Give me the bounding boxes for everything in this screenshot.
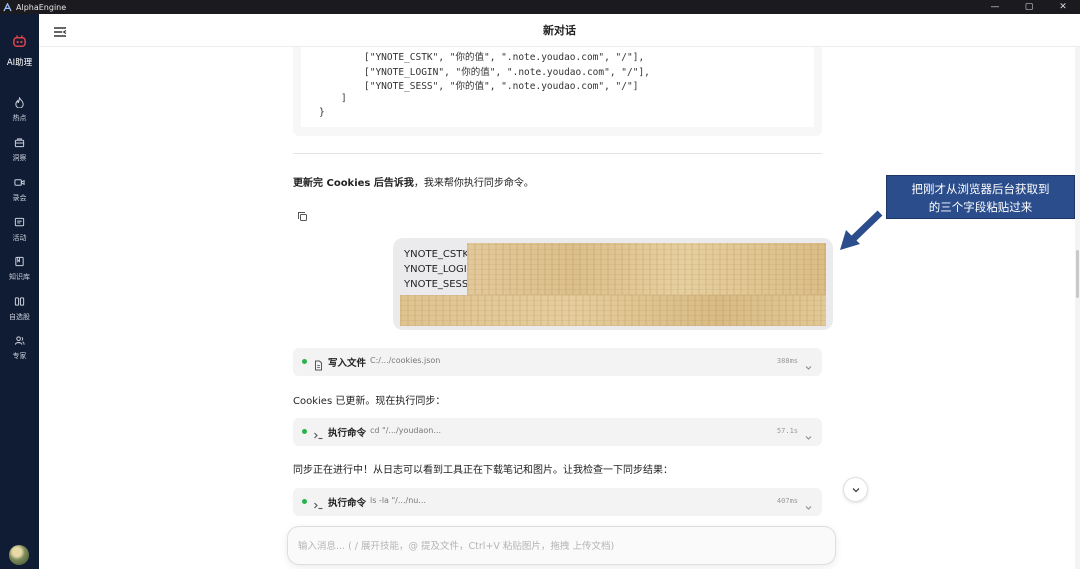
chevron-down-icon[interactable] [804, 357, 813, 370]
code-line: ["YNOTE_CSTK", "你的值", ".note.youdao.com"… [364, 52, 645, 63]
assistant-message: Cookies 已更新。现在执行同步： [293, 396, 446, 407]
chevron-down-icon[interactable] [804, 427, 813, 440]
sidebar-item-label: 知识库 [9, 273, 30, 281]
app-name: AlphaEngine [16, 2, 67, 12]
message-input-container [287, 526, 836, 565]
divider [293, 153, 822, 154]
tool-name: 执行命令 [328, 498, 367, 509]
tool-argument: ls -la "/.../nu... [370, 496, 426, 505]
minimize-button[interactable]: — [978, 0, 1012, 14]
assistant-message: 更新完 Cookies 后告诉我，我来帮你执行同步命令。 [293, 174, 534, 189]
scrollbar-track[interactable] [1075, 47, 1080, 569]
sidebar-item-experts[interactable]: 专家 [0, 331, 39, 361]
user-message-line: YNOTE_SESS: [404, 279, 472, 290]
tool-duration: 407ms [776, 497, 798, 505]
user-message-line: YNOTE_CSTK: [404, 249, 473, 260]
code-line: ["YNOTE_SESS", "你的值", ".note.youdao.com"… [364, 81, 639, 92]
code-line: ["YNOTE_LOGIN", "你的值", ".note.youdao.com… [364, 67, 650, 78]
tool-call-card[interactable]: 执行命令 ls -la "/.../nu... 407ms [293, 488, 822, 516]
tool-duration: 388ms [776, 357, 798, 365]
code-block: ["YNOTE_CSTK", "你的值", ".note.youdao.com"… [293, 47, 822, 136]
tool-argument: cd "/.../youdaon... [370, 426, 441, 435]
chevron-down-icon[interactable] [804, 497, 813, 510]
columns-icon [14, 292, 25, 311]
users-icon [14, 331, 25, 350]
robot-icon [12, 34, 27, 53]
sidebar-item-meeting[interactable]: 录会 [0, 173, 39, 203]
terminal-icon [313, 496, 324, 510]
flame-icon [14, 93, 25, 112]
app-logo-icon [2, 2, 12, 12]
redaction-mask [400, 295, 826, 326]
code-line: ] [341, 93, 347, 104]
user-avatar[interactable] [9, 545, 29, 565]
chevron-down-icon [851, 480, 861, 499]
sidebar-item-activity[interactable]: 活动 [0, 213, 39, 243]
redaction-mask [467, 243, 826, 295]
message-square-icon [14, 213, 25, 232]
window-titlebar: AlphaEngine — ▢ ✕ [0, 0, 1080, 14]
sidebar-item-label: 热点 [12, 114, 27, 122]
user-message-line: YNOTE_LOGIN [404, 264, 475, 275]
user-message-bubble: YNOTE_CSTK: YNOTE_LOGIN YNOTE_SESS: [393, 238, 833, 330]
sidebar-item-label: 洞察 [12, 154, 27, 162]
briefcase-icon [14, 133, 25, 152]
sidebar-item-hot[interactable]: 热点 [0, 93, 39, 123]
chat-header: 新对话 [39, 14, 1080, 47]
annotation-line: 的三个字段粘贴过来 [928, 200, 1033, 214]
assistant-message-bold: 更新完 Cookies 后告诉我 [293, 178, 414, 189]
sidebar-item-label: AI助理 [6, 58, 33, 68]
tool-duration: 57.1s [776, 427, 798, 435]
arrow-icon [838, 210, 884, 252]
sidebar-item-label: 专家 [12, 352, 27, 360]
video-icon [14, 173, 25, 192]
sidebar-item-knowledge-base[interactable]: 知识库 [0, 252, 39, 282]
sidebar-item-insight[interactable]: 洞察 [0, 133, 39, 163]
terminal-icon [313, 426, 324, 440]
assistant-message-text: ，我来帮你执行同步命令。 [413, 178, 534, 189]
code-line: } [319, 107, 325, 118]
status-dot [302, 429, 307, 434]
sidebar-item-label: 活动 [12, 234, 27, 242]
tool-argument: C:/.../cookies.json [370, 356, 441, 365]
copy-icon[interactable] [297, 207, 308, 221]
book-icon [14, 252, 25, 271]
tool-call-card[interactable]: 执行命令 cd "/.../youdaon... 57.1s [293, 418, 822, 446]
assistant-message: 同步正在进行中！从日志可以看到工具正在下载笔记和图片。让我检查一下同步结果： [293, 465, 673, 476]
sidebar-item-watchlist[interactable]: 自选股 [0, 292, 39, 322]
status-dot [302, 359, 307, 364]
code-block-body: ["YNOTE_CSTK", "你的值", ".note.youdao.com"… [301, 47, 814, 127]
page-title: 新对话 [543, 24, 576, 37]
scroll-to-bottom-button[interactable] [843, 477, 868, 502]
scrollbar-thumb[interactable] [1076, 250, 1079, 298]
tool-name: 执行命令 [328, 428, 367, 439]
close-button[interactable]: ✕ [1046, 0, 1080, 14]
tool-name: 写入文件 [328, 358, 367, 369]
message-input[interactable] [298, 536, 823, 556]
annotation-callout: 把刚才从浏览器后台获取到 的三个字段粘贴过来 [886, 175, 1075, 219]
sidebar-item-ai-assistant[interactable]: AI助理 [0, 34, 39, 68]
status-dot [302, 499, 307, 504]
annotation-line: 把刚才从浏览器后台获取到 [911, 182, 1050, 196]
tool-call-card[interactable]: 写入文件 C:/.../cookies.json 388ms [293, 348, 822, 376]
sidebar-item-label: 自选股 [9, 313, 30, 321]
sidebar-item-label: 录会 [12, 194, 27, 202]
sidebar: AI助理 热点 洞察 录会 活动 知识库 自选股 专家 [0, 14, 39, 569]
file-icon [313, 356, 324, 371]
maximize-button[interactable]: ▢ [1012, 0, 1046, 14]
